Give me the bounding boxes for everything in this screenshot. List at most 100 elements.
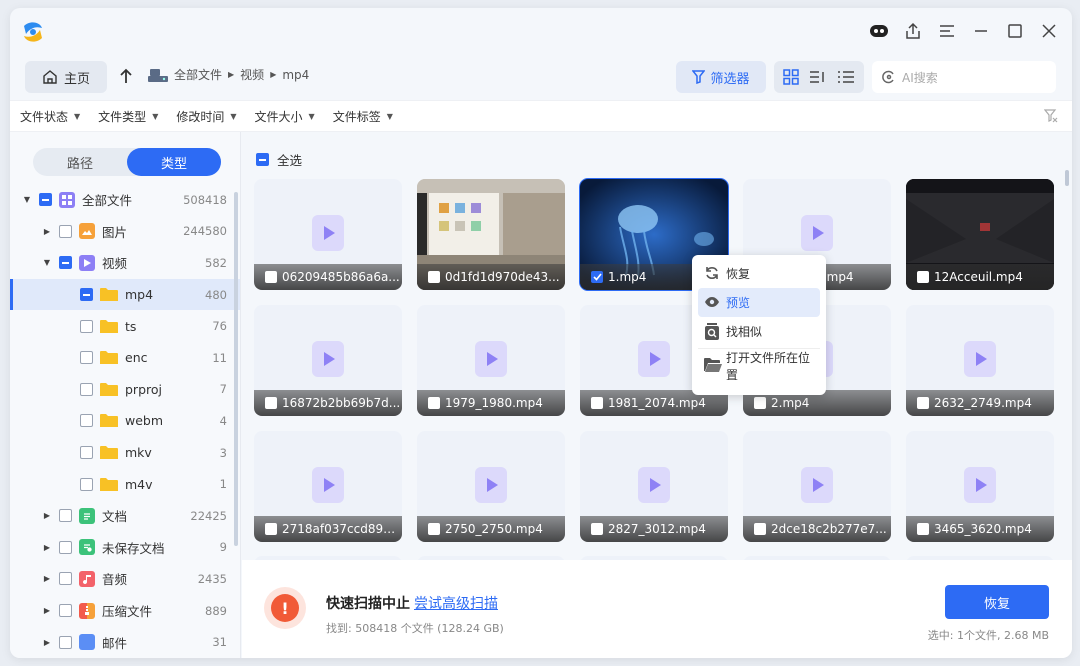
collapsed-icon[interactable]: ▶ bbox=[42, 511, 52, 520]
checkbox[interactable] bbox=[80, 351, 93, 365]
file-card[interactable]: 2827_3012.mp4 bbox=[580, 431, 728, 542]
collapsed-icon[interactable]: ▶ bbox=[42, 227, 52, 236]
file-checkbox[interactable] bbox=[591, 523, 603, 535]
tree-item-archives[interactable]: ▶ 压缩文件 889 bbox=[10, 595, 240, 627]
tree-item-documents[interactable]: ▶ 文档 22425 bbox=[10, 500, 240, 532]
file-checkbox[interactable] bbox=[265, 523, 277, 535]
menu-item-open-location[interactable]: 打开文件所在位置 bbox=[698, 351, 820, 382]
file-card[interactable]: 2dce18c2b277e7... bbox=[743, 431, 891, 542]
advanced-scan-link[interactable]: 尝试高级扫描 bbox=[414, 596, 498, 612]
menu-icon[interactable] bbox=[932, 18, 962, 44]
tab-path[interactable]: 路径 bbox=[33, 148, 127, 176]
tree-item-all-files[interactable]: ▼ 全部文件 508418 bbox=[10, 184, 240, 216]
file-card[interactable]: 2718af037ccd891... bbox=[254, 431, 402, 542]
share-icon[interactable] bbox=[898, 18, 928, 44]
checkbox[interactable] bbox=[39, 193, 52, 207]
checkbox[interactable] bbox=[80, 446, 93, 460]
expanded-icon[interactable]: ▼ bbox=[22, 195, 32, 204]
ai-search-input[interactable]: AI搜索 bbox=[872, 61, 1056, 93]
detail-view-icon[interactable] bbox=[809, 70, 827, 84]
clear-filter-icon[interactable] bbox=[1044, 109, 1058, 123]
checkbox[interactable] bbox=[59, 224, 72, 238]
list-view-icon[interactable] bbox=[837, 70, 855, 84]
tree-item-unsaved-documents[interactable]: ▶ 未保存文档 9 bbox=[10, 532, 240, 564]
file-checkbox[interactable] bbox=[265, 271, 277, 283]
file-card[interactable]: 1979_1980.mp4 bbox=[417, 305, 565, 416]
tree-item-images[interactable]: ▶ 图片 244580 bbox=[10, 216, 240, 248]
menu-item-recover[interactable]: 恢复 bbox=[698, 259, 820, 288]
file-card[interactable]: 2632_2749.mp4 bbox=[906, 305, 1054, 416]
checkbox[interactable] bbox=[80, 477, 93, 491]
checkbox[interactable] bbox=[59, 572, 72, 586]
checkbox[interactable] bbox=[59, 635, 72, 649]
tree-item-mp4[interactable]: mp4 480 bbox=[10, 278, 240, 311]
sidebar-scrollbar[interactable] bbox=[234, 192, 238, 546]
checkbox[interactable] bbox=[80, 414, 93, 428]
maximize-icon[interactable] bbox=[1000, 18, 1030, 44]
file-checkbox[interactable] bbox=[591, 397, 603, 409]
up-folder-button[interactable] bbox=[114, 64, 138, 88]
menu-item-find-similar[interactable]: 找相似 bbox=[698, 317, 820, 346]
tab-type[interactable]: 类型 bbox=[127, 148, 221, 176]
file-card[interactable]: 3465_3620.mp4 bbox=[906, 431, 1054, 542]
checkbox[interactable] bbox=[59, 509, 72, 523]
file-checkbox[interactable] bbox=[428, 523, 440, 535]
grid-scrollbar[interactable] bbox=[1065, 170, 1069, 186]
file-checkbox[interactable] bbox=[917, 271, 929, 283]
breadcrumb-item[interactable]: 视频 bbox=[240, 66, 264, 83]
select-all-checkbox[interactable] bbox=[256, 153, 269, 166]
close-icon[interactable] bbox=[1034, 18, 1064, 44]
breadcrumb-item[interactable]: 全部文件 bbox=[174, 66, 222, 83]
file-checkbox[interactable] bbox=[754, 523, 766, 535]
tree-item-mail[interactable]: ▶ 邮件 31 bbox=[10, 626, 240, 658]
filter-button[interactable]: 筛选器 bbox=[676, 61, 766, 93]
filter-dropdown-modified[interactable]: 修改时间 ▼ bbox=[176, 108, 236, 125]
file-checkbox[interactable] bbox=[917, 523, 929, 535]
grid-view-icon[interactable] bbox=[783, 69, 799, 85]
tree-item-video[interactable]: ▼ 视频 582 bbox=[10, 247, 240, 279]
select-all[interactable]: 全选 bbox=[256, 150, 302, 169]
file-card[interactable]: 06209485b86a6a... bbox=[254, 179, 402, 290]
collapsed-icon[interactable]: ▶ bbox=[42, 543, 52, 552]
file-checkbox[interactable] bbox=[754, 397, 766, 409]
tree-item-enc[interactable]: enc 11 bbox=[10, 342, 240, 374]
checkbox[interactable] bbox=[59, 256, 72, 270]
file-checkbox[interactable] bbox=[428, 271, 440, 283]
checkbox[interactable] bbox=[59, 604, 72, 618]
file-checkbox-checked[interactable] bbox=[591, 271, 603, 283]
file-card[interactable]: 2750_2750.mp4 bbox=[417, 431, 565, 542]
home-label: 主页 bbox=[63, 71, 90, 87]
tree-item-prproj[interactable]: prproj 7 bbox=[10, 374, 240, 406]
filter-dropdown-size[interactable]: 文件大小 ▼ bbox=[255, 108, 315, 125]
breadcrumb-item[interactable]: mp4 bbox=[282, 68, 309, 82]
checkbox[interactable] bbox=[59, 540, 72, 554]
recover-button[interactable]: 恢复 bbox=[945, 585, 1049, 619]
file-card[interactable]: 12Acceuil.mp4 bbox=[906, 179, 1054, 290]
tree-item-ts[interactable]: ts 76 bbox=[10, 310, 240, 342]
collapsed-icon[interactable]: ▶ bbox=[42, 606, 52, 615]
collapsed-icon[interactable]: ▶ bbox=[42, 574, 52, 583]
file-card[interactable]: 0d1fd1d970de43... bbox=[417, 179, 565, 290]
minimize-icon[interactable] bbox=[966, 18, 996, 44]
collapsed-icon[interactable]: ▶ bbox=[42, 638, 52, 647]
checkbox[interactable] bbox=[80, 319, 93, 333]
assistant-robot-icon[interactable] bbox=[864, 18, 894, 44]
filter-dropdown-label: 文件状态 bbox=[20, 109, 69, 124]
tree-item-audio[interactable]: ▶ 音频 2435 bbox=[10, 563, 240, 595]
file-checkbox[interactable] bbox=[428, 397, 440, 409]
tree-item-mkv[interactable]: mkv 3 bbox=[10, 437, 240, 469]
file-checkbox[interactable] bbox=[265, 397, 277, 409]
menu-item-preview[interactable]: 预览 bbox=[698, 288, 820, 317]
filter-dropdown-type[interactable]: 文件类型 ▼ bbox=[98, 108, 158, 125]
file-checkbox[interactable] bbox=[917, 397, 929, 409]
home-button[interactable]: 主页 bbox=[25, 61, 107, 93]
file-card[interactable]: 16872b2bb69b7d... bbox=[254, 305, 402, 416]
checkbox[interactable] bbox=[80, 288, 93, 302]
tree-item-webm[interactable]: webm 4 bbox=[10, 405, 240, 437]
expanded-icon[interactable]: ▼ bbox=[42, 258, 52, 267]
filter-dropdown-status[interactable]: 文件状态 ▼ bbox=[20, 108, 80, 125]
filter-dropdown-tag[interactable]: 文件标签 ▼ bbox=[333, 108, 393, 125]
checkbox[interactable] bbox=[80, 382, 93, 396]
tree-item-m4v[interactable]: m4v 1 bbox=[10, 468, 240, 500]
tree-item-count: 1 bbox=[219, 477, 227, 492]
